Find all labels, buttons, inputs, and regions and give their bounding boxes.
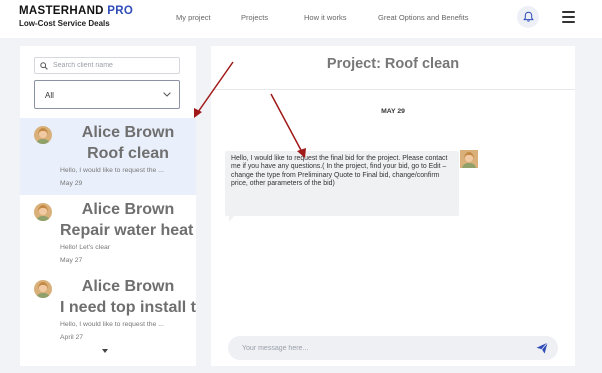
conversation-project-name: Repair water heat xyxy=(60,222,194,239)
conversation-date: May 27 xyxy=(60,257,83,264)
chevron-down-icon xyxy=(163,92,171,97)
conversation-item[interactable]: Alice Brown Repair water heat Hello! Let… xyxy=(20,195,196,272)
nav-how-it-works[interactable]: How it works xyxy=(304,13,347,22)
conversation-client-name: Alice Brown xyxy=(81,278,175,295)
conversation-project-name: Roof clean xyxy=(87,145,169,162)
filter-select[interactable]: All xyxy=(34,80,180,109)
conversation-preview: Hello, I would like to request the ... xyxy=(60,321,164,328)
client-search xyxy=(34,57,180,74)
search-icon xyxy=(40,62,48,70)
conversation-date: April 27 xyxy=(60,334,84,341)
avatar xyxy=(460,150,478,168)
conversation-client-name: Alice Brown xyxy=(81,124,175,141)
avatar xyxy=(34,203,52,221)
top-header: MASTERHAND PRO Low-Cost Service Deals My… xyxy=(0,0,602,38)
conversation-date: May 29 xyxy=(60,180,83,187)
filter-value: All xyxy=(45,91,54,100)
message-composer xyxy=(228,336,558,360)
conversation-client-name: Alice Brown xyxy=(81,201,175,218)
avatar xyxy=(34,280,52,298)
message-input[interactable] xyxy=(242,341,522,355)
chat-title: Project: Roof clean xyxy=(326,56,460,72)
divider xyxy=(211,89,575,90)
avatar xyxy=(34,126,52,144)
message-bubble: Hello, I would like to request the final… xyxy=(225,151,459,216)
brand-tagline: Low-Cost Service Deals xyxy=(19,19,110,28)
nav-great-options[interactable]: Great Options and Benefits xyxy=(378,13,468,22)
day-separator: MAY 29 xyxy=(381,108,405,115)
nav-my-project[interactable]: My project xyxy=(176,13,211,22)
search-input[interactable] xyxy=(53,59,177,72)
conversation-preview: Hello! Let's clear xyxy=(60,244,111,251)
nav-projects[interactable]: Projects xyxy=(241,13,268,22)
send-icon[interactable] xyxy=(535,341,549,355)
scroll-down-icon[interactable] xyxy=(102,349,108,353)
conversation-preview: Hello, I would like to request the ... xyxy=(60,167,164,174)
conversation-project-name: I need top install t xyxy=(60,299,196,316)
bell-icon xyxy=(522,11,534,22)
conversation-item[interactable]: Alice Brown I need top install t Hello, … xyxy=(20,272,196,349)
hamburger-menu-icon[interactable] xyxy=(562,11,575,23)
chat-panel: Project: Roof clean MAY 29 Hello, I woul… xyxy=(211,46,575,366)
message-bubble-tail xyxy=(229,216,234,222)
notifications-button[interactable] xyxy=(517,6,539,28)
brand-logo[interactable]: MASTERHAND PRO Low-Cost Service Deals xyxy=(19,5,133,28)
conversation-item[interactable]: Alice Brown Roof clean Hello, I would li… xyxy=(20,118,196,195)
conversation-list-panel: All Alice Brown Roof clean Hello, I woul… xyxy=(20,46,196,366)
brand-name: MASTERHAND PRO xyxy=(19,5,134,17)
